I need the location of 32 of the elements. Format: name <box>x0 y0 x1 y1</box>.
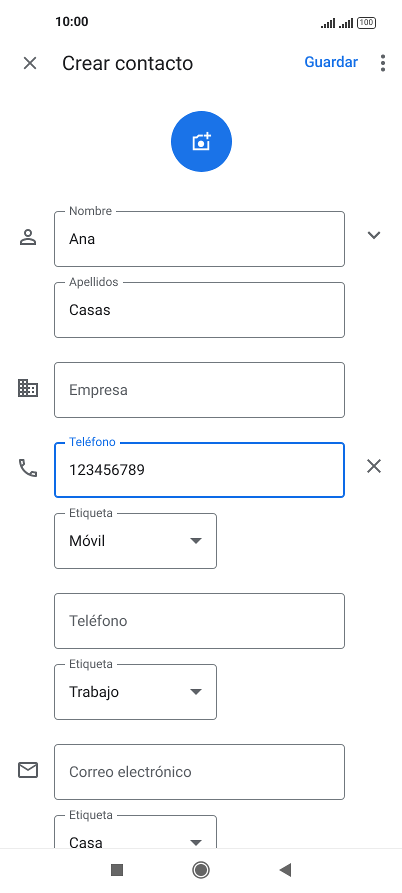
building-icon <box>16 376 40 400</box>
field-label: Etiqueta <box>65 505 117 521</box>
field-placeholder: Teléfono <box>69 610 128 632</box>
dropdown-arrow-icon <box>190 689 202 695</box>
field-label: Etiqueta <box>65 656 117 672</box>
back-button[interactable] <box>277 862 293 878</box>
more-vertical-icon <box>380 54 386 72</box>
field-placeholder: Correo electrónico <box>69 762 193 783</box>
phone-icon <box>16 456 40 480</box>
recent-apps-button[interactable] <box>109 862 125 878</box>
field-placeholder: Empresa <box>69 380 129 401</box>
signal-icon <box>320 18 334 28</box>
field-value: Trabajo <box>69 682 120 703</box>
status-time: 10:00 <box>55 14 88 32</box>
triangle-icon <box>279 863 291 877</box>
field-value: Casas <box>69 300 112 321</box>
dropdown-arrow-icon <box>190 840 202 846</box>
home-button[interactable] <box>191 860 211 880</box>
dropdown-arrow-icon <box>190 538 202 544</box>
field-value: Móvil <box>69 530 106 552</box>
save-button[interactable]: Guardar <box>304 51 358 74</box>
battery-level: 100 <box>356 16 376 28</box>
field-value: 123456789 <box>69 460 146 481</box>
field-value: Casa <box>69 832 104 848</box>
add-photo-icon <box>190 130 212 152</box>
field-label: Etiqueta <box>65 807 117 823</box>
field-label: Apellidos <box>65 274 122 290</box>
circle-icon <box>192 861 210 879</box>
signal-icon <box>338 18 352 28</box>
page-title: Crear contacto <box>62 50 194 76</box>
field-value: Ana <box>69 228 96 250</box>
square-icon <box>111 864 123 876</box>
